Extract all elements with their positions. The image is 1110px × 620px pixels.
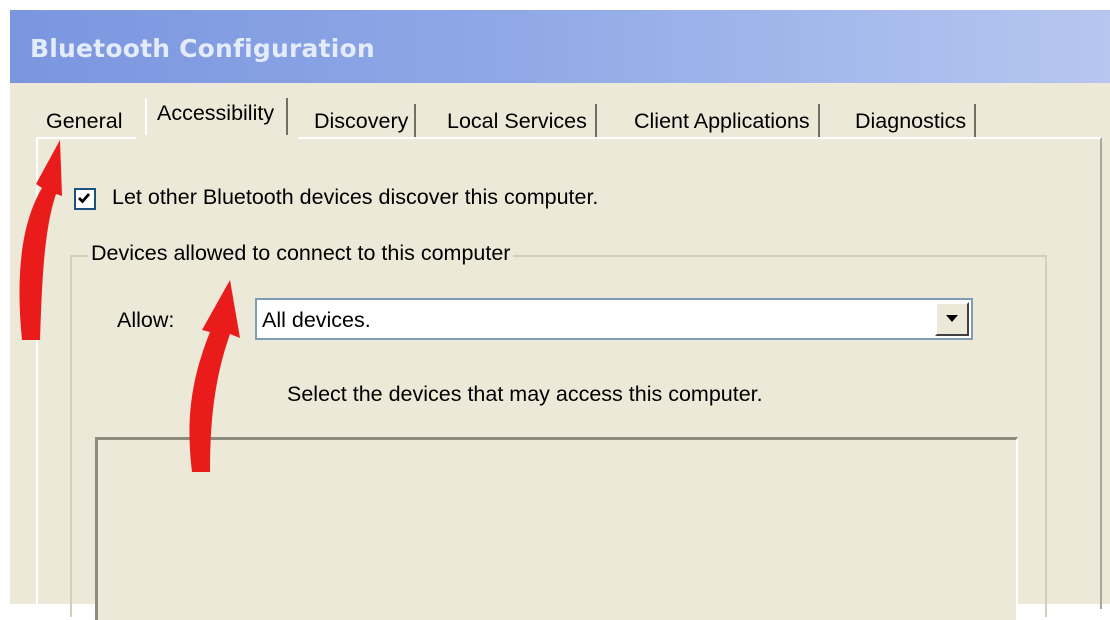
tab-accessibility[interactable]: Accessibility [145,98,289,140]
annotation-arrow-2 [189,280,240,472]
tab-diagnostics[interactable]: Diagnostics [855,104,977,138]
groupbox-legend: Devices allowed to connect to this compu… [88,241,514,266]
chevron-down-icon [946,315,958,322]
checkmark-icon [78,193,91,204]
devices-description: Select the devices that may access this … [287,382,763,406]
tab-local-services[interactable]: Local Services [447,104,597,138]
discover-checkbox[interactable] [74,188,96,210]
active-tab-join [136,135,298,141]
tab-client-applications[interactable]: Client Applications [634,104,820,138]
title-bar[interactable]: Bluetooth Configuration [10,10,1110,83]
allow-dropdown[interactable]: All devices. [255,298,973,340]
discover-label: Let other Bluetooth devices discover thi… [112,185,599,209]
window-title: Bluetooth Configuration [30,34,375,63]
allow-dropdown-value: All devices. [262,308,371,332]
tab-discovery[interactable]: Discovery [314,104,417,138]
allow-label: Allow: [117,308,175,332]
dropdown-button[interactable] [935,302,969,336]
annotation-arrow-1 [19,140,62,340]
